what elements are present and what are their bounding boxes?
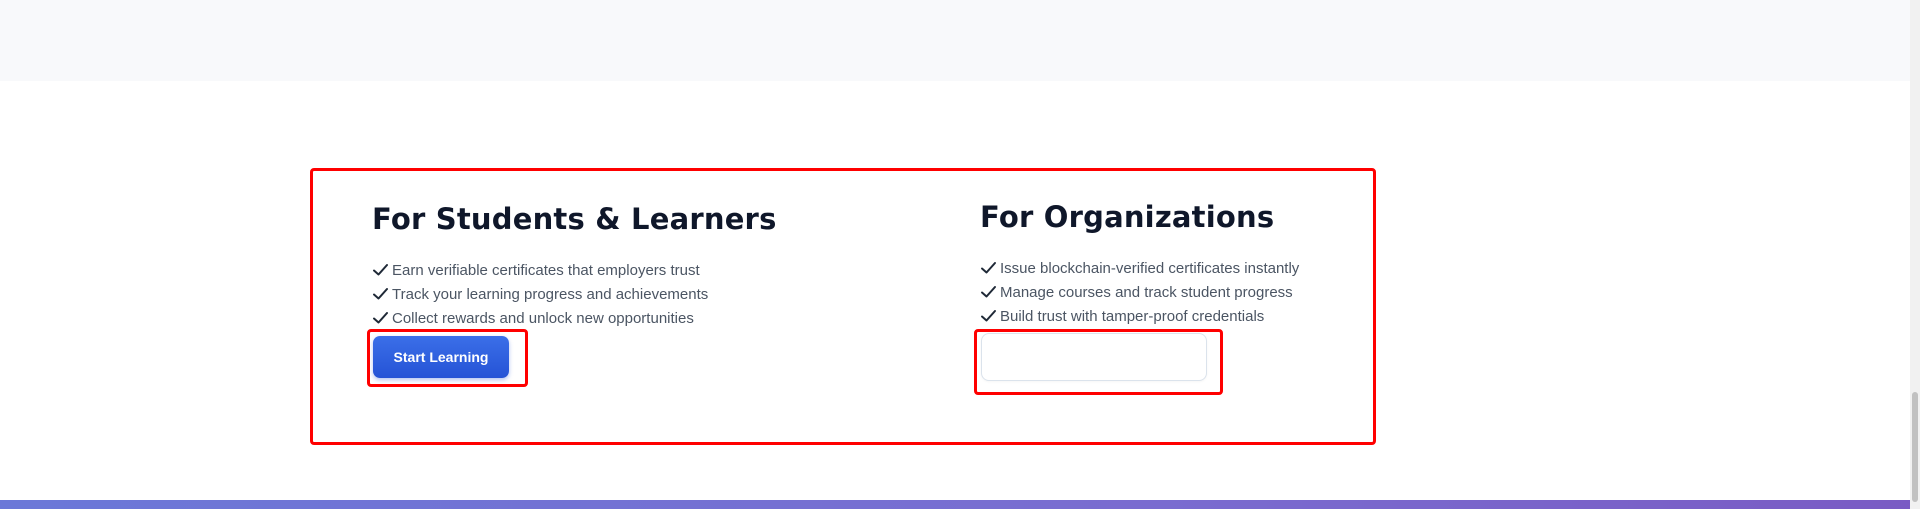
feature-text: Track your learning progress and achieve… xyxy=(392,285,709,303)
page-scrollbar-thumb[interactable] xyxy=(1912,392,1918,502)
list-item: Earn verifiable certificates that employ… xyxy=(372,258,777,282)
list-item: Collect rewards and unlock new opportuni… xyxy=(372,306,777,330)
students-feature-list: Earn verifiable certificates that employ… xyxy=(372,258,777,330)
list-item: Issue blockchain-verified certificates i… xyxy=(980,256,1299,280)
organizations-feature-list: Issue blockchain-verified certificates i… xyxy=(980,256,1299,328)
feature-text: Earn verifiable certificates that employ… xyxy=(392,261,700,279)
feature-text: Collect rewards and unlock new opportuni… xyxy=(392,309,694,327)
list-item: Build trust with tamper-proof credential… xyxy=(980,304,1299,328)
footer-gradient-band xyxy=(0,500,1920,509)
organizations-column: For Organizations Issue blockchain-verif… xyxy=(980,200,1299,328)
organizations-title: For Organizations xyxy=(980,200,1275,234)
checkmark-icon xyxy=(981,286,996,298)
list-item: Track your learning progress and achieve… xyxy=(372,282,777,306)
students-title: For Students & Learners xyxy=(372,202,777,236)
start-learning-button[interactable]: Start Learning xyxy=(373,336,509,378)
checkmark-icon xyxy=(373,264,388,276)
checkmark-icon xyxy=(373,312,388,324)
list-item: Manage courses and track student progres… xyxy=(980,280,1299,304)
organizations-cta-button[interactable] xyxy=(981,333,1207,381)
feature-text: Build trust with tamper-proof credential… xyxy=(1000,307,1265,325)
feature-text: Manage courses and track student progres… xyxy=(1000,283,1293,301)
students-column: For Students & Learners Earn verifiable … xyxy=(372,202,777,330)
checkmark-icon xyxy=(981,262,996,274)
checkmark-icon xyxy=(981,310,996,322)
feature-text: Issue blockchain-verified certificates i… xyxy=(1000,259,1300,277)
previous-section-background xyxy=(0,0,1920,81)
checkmark-icon xyxy=(373,288,388,300)
